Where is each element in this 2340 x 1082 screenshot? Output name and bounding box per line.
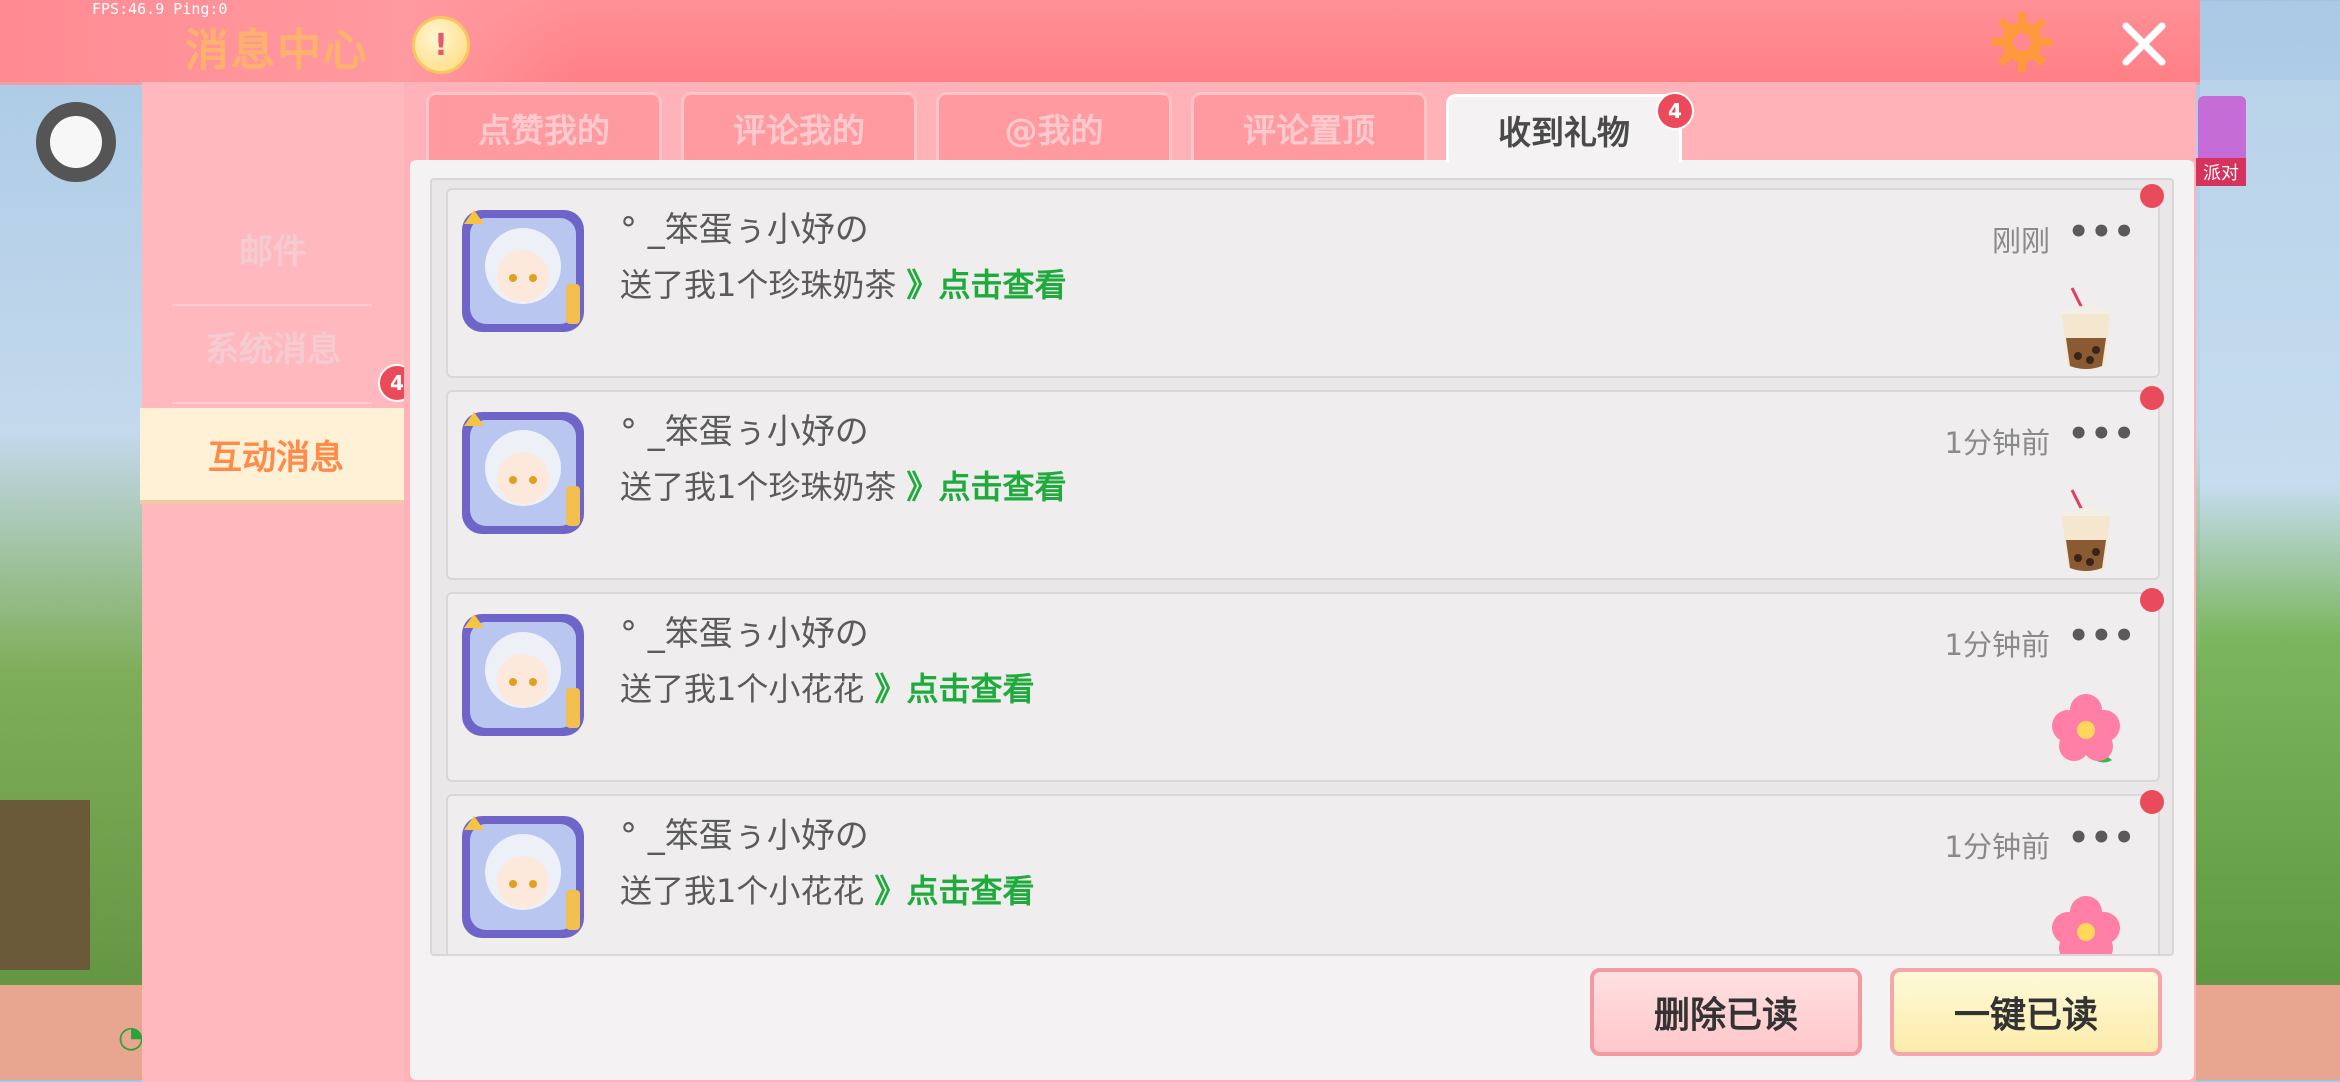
message-body: 送了我1个小花花: [620, 670, 865, 708]
close-icon[interactable]: [2118, 18, 2170, 70]
sidebar-item-mail[interactable]: 邮件: [142, 202, 404, 294]
unread-dot: [2140, 790, 2164, 814]
tab-label: 评论我的: [733, 110, 865, 150]
delete-read-button[interactable]: 删除已读: [1590, 968, 1862, 1056]
message-text: 送了我1个小花花 》点击查看: [620, 866, 1035, 912]
tab-label: 点赞我的: [478, 110, 610, 150]
view-link[interactable]: 》点击查看: [907, 266, 1067, 304]
sidebar-item-label: 邮件: [239, 231, 307, 272]
sidebar-item-system[interactable]: 系统消息: [142, 300, 404, 392]
message-card[interactable]: ° _笨蛋ぅ小妤の 送了我1个小花花 》点击查看 1分钟前 •••: [446, 790, 2164, 954]
avatar[interactable]: [456, 810, 590, 944]
more-options-icon[interactable]: •••: [2068, 616, 2136, 656]
tab-label: 收到礼物: [1498, 112, 1630, 152]
message-list[interactable]: ° _笨蛋ぅ小妤の 送了我1个珍珠奶茶 》点击查看 刚刚 ••• ° _笨蛋ぅ小…: [430, 178, 2174, 956]
message-text: 送了我1个珍珠奶茶 》点击查看: [620, 260, 1067, 306]
timestamp: 1分钟前: [1944, 426, 2050, 460]
message-card[interactable]: ° _笨蛋ぅ小妤の 送了我1个珍珠奶茶 》点击查看 1分钟前 •••: [446, 386, 2164, 580]
unread-dot: [2140, 386, 2164, 410]
unread-dot: [2140, 588, 2164, 612]
milk-tea-icon: [2062, 287, 2110, 369]
mark-all-read-button[interactable]: 一键已读: [1890, 968, 2162, 1056]
timestamp: 1分钟前: [1944, 830, 2050, 864]
sidebar: 邮件 系统消息 互动消息 4: [140, 82, 416, 1082]
sidebar-item-label: 互动消息: [208, 437, 344, 478]
view-link[interactable]: 》点击查看: [907, 468, 1067, 506]
flower-icon: [2052, 694, 2120, 763]
tab-label: @我的: [1004, 110, 1104, 150]
message-body: 送了我1个珍珠奶茶: [620, 266, 897, 304]
timestamp: 1分钟前: [1944, 628, 2050, 662]
page-title: 消息中心: [185, 25, 369, 76]
background-scene-block: [0, 800, 90, 970]
message-body: 送了我1个小花花: [620, 872, 865, 910]
sender-name: ° _笨蛋ぅ小妤の: [620, 412, 869, 452]
signal-icon: ◔: [118, 1020, 145, 1055]
background-scene-right: [2200, 80, 2340, 980]
message-body: 送了我1个珍珠奶茶: [620, 468, 897, 506]
sidebar-divider: [172, 402, 372, 404]
tab-badge: 4: [1656, 92, 1694, 130]
message-card[interactable]: ° _笨蛋ぅ小妤の 送了我1个小花花 》点击查看 1分钟前 •••: [446, 588, 2164, 782]
view-link[interactable]: 》点击查看: [875, 872, 1035, 910]
view-link[interactable]: 》点击查看: [875, 670, 1035, 708]
tab-likes[interactable]: 点赞我的: [426, 92, 662, 160]
timestamp: 刚刚: [1991, 224, 2050, 258]
tab-gifts[interactable]: 收到礼物: [1446, 94, 1682, 162]
message-text: 送了我1个珍珠奶茶 》点击查看: [620, 462, 1067, 508]
avatar[interactable]: [456, 406, 590, 540]
sender-name: ° _笨蛋ぅ小妤の: [620, 816, 869, 856]
exclamation-icon[interactable]: !: [412, 16, 470, 74]
sender-name: ° _笨蛋ぅ小妤の: [620, 614, 869, 654]
message-text: 送了我1个小花花 》点击查看: [620, 664, 1035, 710]
side-ad-label: 派对: [2196, 158, 2246, 186]
sidebar-item-label: 系统消息: [205, 329, 341, 370]
avatar[interactable]: [456, 608, 590, 742]
flower-icon: [2052, 896, 2120, 954]
message-card[interactable]: ° _笨蛋ぅ小妤の 送了我1个珍珠奶茶 》点击查看 刚刚 •••: [446, 184, 2164, 378]
tab-mentions[interactable]: @我的: [936, 92, 1172, 160]
milk-tea-icon: [2062, 489, 2110, 571]
sidebar-item-interaction[interactable]: 互动消息: [140, 408, 412, 500]
tab-pinned-comments[interactable]: 评论置顶: [1191, 92, 1427, 160]
avatar[interactable]: [456, 204, 590, 338]
more-options-icon[interactable]: •••: [2068, 818, 2136, 858]
tab-comments[interactable]: 评论我的: [681, 92, 917, 160]
unread-dot: [2140, 184, 2164, 208]
tab-label: 评论置顶: [1243, 110, 1375, 150]
gear-icon[interactable]: [1990, 10, 2054, 74]
more-options-icon[interactable]: •••: [2068, 212, 2136, 252]
more-options-icon[interactable]: •••: [2068, 414, 2136, 454]
sender-name: ° _笨蛋ぅ小妤の: [620, 210, 869, 250]
joystick-ring-icon[interactable]: [36, 102, 116, 182]
